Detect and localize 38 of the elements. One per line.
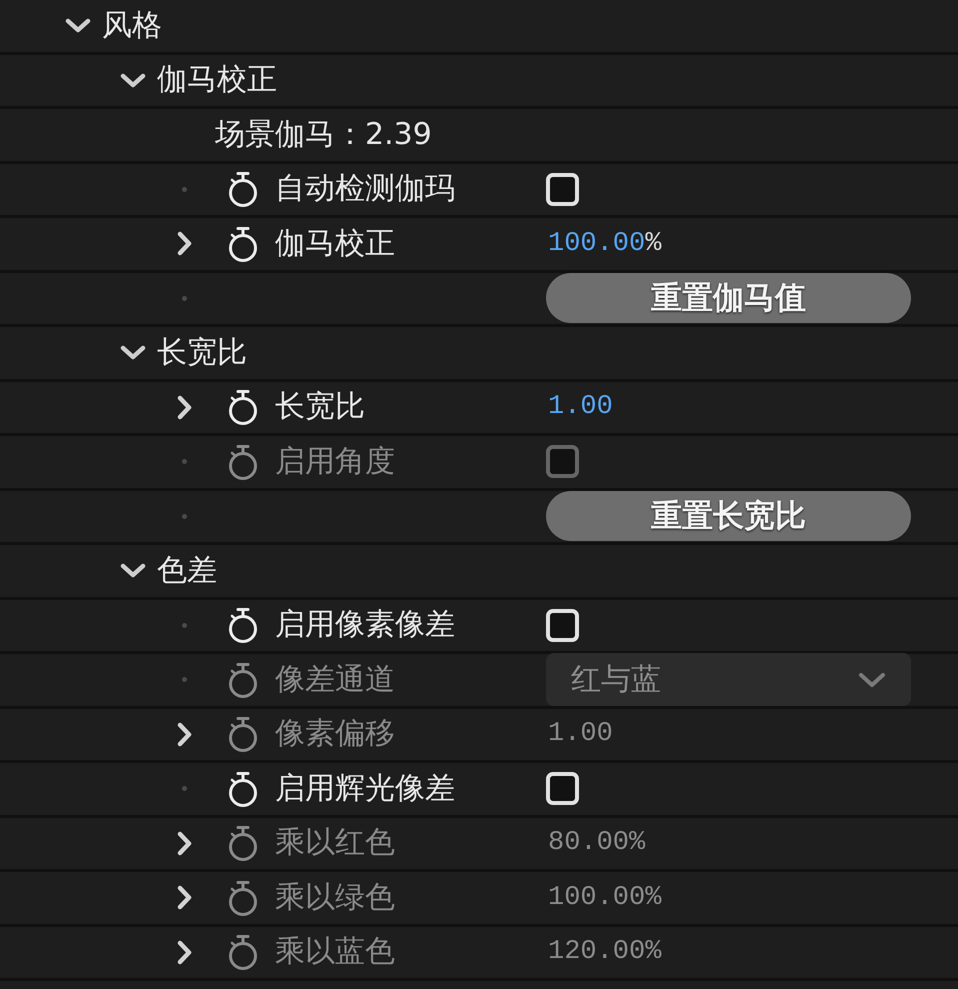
- value-text[interactable]: 1.00: [546, 391, 613, 424]
- dot-icon: [182, 622, 186, 628]
- dot-icon: [182, 786, 186, 792]
- stopwatch-icon[interactable]: [227, 170, 259, 208]
- dot-icon: [182, 296, 186, 301]
- property-label: 启用辉光像差: [275, 770, 455, 807]
- chevron-down-icon[interactable]: [120, 563, 146, 578]
- property-label: 乘以绿色: [275, 880, 395, 916]
- stopwatch-icon[interactable]: [227, 770, 259, 808]
- chevron-down-icon[interactable]: [120, 345, 146, 360]
- property-label: 启用角度: [275, 444, 395, 480]
- group-title[interactable]: 色差: [157, 552, 217, 589]
- dot-icon: [182, 514, 186, 519]
- reset-button[interactable]: 重置伽马值: [546, 273, 911, 324]
- group-title[interactable]: 风格: [102, 8, 162, 44]
- value-text[interactable]: 100.00%: [546, 228, 662, 260]
- stopwatch-icon[interactable]: [227, 224, 259, 263]
- property-label: 自动检测伽玛: [275, 171, 455, 208]
- chevron-right-icon[interactable]: [176, 394, 192, 420]
- stopwatch-icon[interactable]: [227, 388, 259, 426]
- dot-icon: [182, 186, 186, 192]
- dot-icon: [182, 677, 186, 682]
- property-label: 像素偏移: [275, 716, 395, 752]
- reset-button[interactable]: 重置长宽比: [546, 491, 911, 542]
- group-title[interactable]: 长宽比: [157, 334, 247, 371]
- info-text: 场景伽马：2.39: [215, 116, 432, 153]
- property-label: 启用像素像差: [275, 607, 455, 644]
- chevron-down-icon[interactable]: [120, 72, 146, 88]
- property-label: 伽马校正: [275, 226, 395, 262]
- property-label: 长宽比: [275, 389, 365, 426]
- chevron-right-icon[interactable]: [176, 231, 192, 256]
- chevron-down-icon[interactable]: [65, 18, 91, 34]
- property-label: 乘以红色: [275, 825, 395, 862]
- dot-icon: [182, 459, 186, 464]
- property-label: 像差通道: [275, 662, 395, 698]
- stopwatch-icon[interactable]: [227, 606, 259, 644]
- group-title[interactable]: 伽马校正: [157, 62, 277, 98]
- property-label: 乘以蓝色: [275, 934, 395, 970]
